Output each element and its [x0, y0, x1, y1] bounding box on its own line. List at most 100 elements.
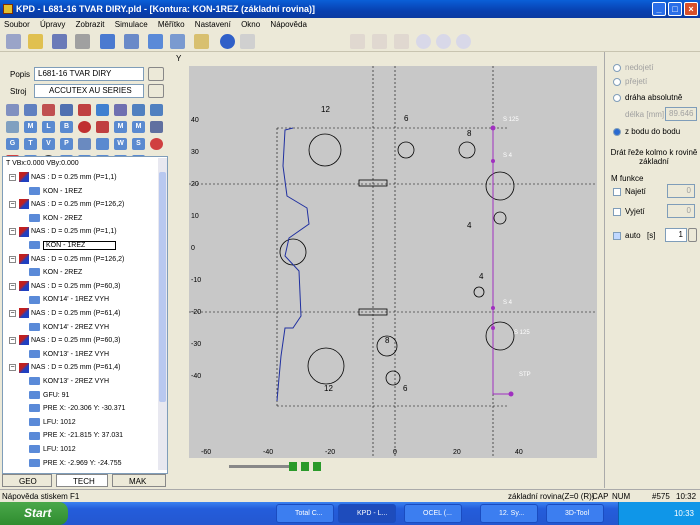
- tool-cut-icon[interactable]: [42, 104, 55, 116]
- tool-b-icon[interactable]: B: [60, 121, 73, 133]
- tree-header[interactable]: T VBx:0.000 VBy:0.000: [6, 157, 79, 171]
- auto-field[interactable]: 1: [665, 228, 687, 242]
- tree-row[interactable]: LFU: 1012: [29, 443, 76, 457]
- zoom-fit-icon[interactable]: [456, 34, 471, 49]
- menu-zobrazit[interactable]: Zobrazit: [72, 18, 109, 31]
- tree-scroll-thumb[interactable]: [159, 172, 166, 402]
- tool-v-icon[interactable]: V: [42, 138, 55, 150]
- tree-toggle[interactable]: −: [9, 228, 16, 236]
- tool-arrow-icon[interactable]: [150, 104, 163, 116]
- tool-cone-icon[interactable]: [114, 104, 127, 116]
- tool-stop-icon[interactable]: [78, 121, 91, 133]
- zoom-in-icon[interactable]: [416, 34, 431, 49]
- edit-icon[interactable]: [194, 34, 209, 49]
- fast-forward-icon[interactable]: [313, 462, 321, 471]
- tab-tech[interactable]: TECH: [56, 474, 108, 487]
- task-kpd[interactable]: KPD - L...: [338, 504, 396, 523]
- najeti-checkbox[interactable]: [613, 188, 621, 196]
- path-start-icon[interactable]: [350, 34, 365, 49]
- maximize-button[interactable]: □: [668, 2, 682, 16]
- cad-drawing[interactable]: 12 6 8 4 4 8 12 6 S 125 S 4 S 4 S 125 ST…: [189, 66, 597, 458]
- tree-row[interactable]: KON'13' - 1REZ VYH: [29, 348, 109, 362]
- tree-toggle[interactable]: −: [9, 255, 16, 263]
- tree-row[interactable]: − NAS : D = 0.25 mm (P=1,1): [9, 171, 117, 185]
- radio-draha[interactable]: [613, 94, 621, 102]
- new-icon[interactable]: [6, 34, 21, 49]
- tree-row[interactable]: PRE X: -21.815 Y: 37.031: [29, 429, 123, 443]
- tree-toggle[interactable]: −: [9, 282, 16, 290]
- tree-row[interactable]: − NAS : D = 0.25 mm (P=61,4): [9, 361, 120, 375]
- tool-path-icon[interactable]: [6, 121, 19, 133]
- tree-row[interactable]: KON'13' - 2REZ VYH: [29, 375, 109, 389]
- print-icon[interactable]: [75, 34, 90, 49]
- export-icon[interactable]: [170, 34, 185, 49]
- tree-row[interactable]: − NAS : D = 0.25 mm (P=126,2): [9, 198, 124, 212]
- popis-field[interactable]: L681-16 TVAR DIRY: [34, 67, 144, 81]
- auto-spinner[interactable]: [688, 228, 697, 242]
- menu-soubor[interactable]: Soubor: [0, 18, 34, 31]
- task-3dtool[interactable]: 3D-Tool: [546, 504, 604, 523]
- task-12sy[interactable]: 12. Sy...: [480, 504, 538, 523]
- tree-row[interactable]: − NAS : D = 0.25 mm (P=60,3): [9, 280, 120, 294]
- context-help-icon[interactable]: [240, 34, 255, 49]
- tab-mak[interactable]: MAK: [112, 474, 166, 487]
- save-icon[interactable]: [52, 34, 67, 49]
- tool-mo-icon[interactable]: M: [114, 121, 127, 133]
- menu-nastaveni[interactable]: Nastavení: [191, 18, 235, 31]
- drawing-canvas[interactable]: 12 6 8 4 4 8 12 6 S 125 S 4 S 4 S 125 ST…: [189, 66, 597, 458]
- tree-row[interactable]: KON'14' - 2REZ VYH: [29, 321, 109, 335]
- popis-edit-button[interactable]: [148, 67, 164, 81]
- tree-row[interactable]: KON - 2REZ: [29, 266, 82, 280]
- delka-field[interactable]: 89.646: [665, 107, 697, 121]
- tree-toggle[interactable]: −: [9, 337, 16, 345]
- tool-m-icon[interactable]: M: [24, 121, 37, 133]
- close-button[interactable]: ×: [684, 2, 698, 16]
- tree-toggle[interactable]: −: [9, 174, 16, 181]
- minimize-button[interactable]: _: [652, 2, 666, 16]
- tree-row[interactable]: KON - 1REZ: [29, 185, 82, 199]
- radio-prejeti[interactable]: [613, 78, 621, 86]
- tree-row[interactable]: PRE X: -20.306 Y: -30.371: [29, 402, 125, 416]
- tool-wire-icon[interactable]: [96, 104, 109, 116]
- radio-nedojeti[interactable]: [613, 64, 621, 72]
- tool-p-icon[interactable]: P: [60, 138, 73, 150]
- tree-row[interactable]: PRE X: -2.969 Y: -24.755: [29, 457, 121, 471]
- menu-okno[interactable]: Okno: [237, 18, 264, 31]
- program-tree[interactable]: T VBx:0.000 VBy:0.000 − NAS : D = 0.25 mm…: [2, 156, 168, 474]
- zoom-out-icon[interactable]: [436, 34, 451, 49]
- auto-checkbox[interactable]: [613, 232, 621, 240]
- menu-simulace[interactable]: Simulace: [111, 18, 152, 31]
- najeti-field[interactable]: 0: [667, 184, 695, 198]
- grid-icon[interactable]: [124, 34, 139, 49]
- tree-scrollbar[interactable]: [158, 158, 167, 470]
- tree-row[interactable]: GFU: 91: [29, 389, 69, 403]
- tool-copy-icon[interactable]: [24, 104, 37, 116]
- tool-table-icon[interactable]: [132, 104, 145, 116]
- path-end-icon[interactable]: [394, 34, 409, 49]
- vyjeti-checkbox[interactable]: [613, 208, 621, 216]
- tree-toggle[interactable]: −: [9, 310, 16, 317]
- radio-bod[interactable]: [613, 128, 621, 136]
- play-icon[interactable]: [289, 462, 297, 471]
- tree-toggle[interactable]: −: [9, 201, 16, 209]
- tool-g-icon[interactable]: G: [6, 138, 19, 150]
- tool-import-icon[interactable]: [6, 104, 19, 116]
- start-button[interactable]: Start: [0, 502, 68, 525]
- step-icon[interactable]: [301, 462, 309, 471]
- tree-row[interactable]: − NAS : D = 0.25 mm (P=60,3): [9, 334, 120, 348]
- tree-row[interactable]: − NAS : D = 0.25 mm (P=61,4): [9, 307, 120, 321]
- open-icon[interactable]: [28, 34, 43, 49]
- view-icon[interactable]: [148, 34, 163, 49]
- menu-upravy[interactable]: Úpravy: [36, 18, 69, 31]
- tool-s-icon[interactable]: S: [132, 138, 145, 150]
- tool-m30-icon[interactable]: M: [132, 121, 145, 133]
- tool-slider-icon[interactable]: [78, 138, 91, 150]
- tool-mark-icon[interactable]: [96, 121, 109, 133]
- stroj-settings-button[interactable]: [148, 84, 164, 98]
- path-line-icon[interactable]: [372, 34, 387, 49]
- tree-row[interactable]: − NAS : D = 0.25 mm (P=126,2): [9, 253, 124, 267]
- tab-geo[interactable]: GEO: [2, 474, 52, 487]
- tree-row[interactable]: LFU: 1012: [29, 416, 76, 430]
- tree-toggle[interactable]: −: [9, 364, 16, 372]
- task-total-commander[interactable]: Total C...: [276, 504, 334, 523]
